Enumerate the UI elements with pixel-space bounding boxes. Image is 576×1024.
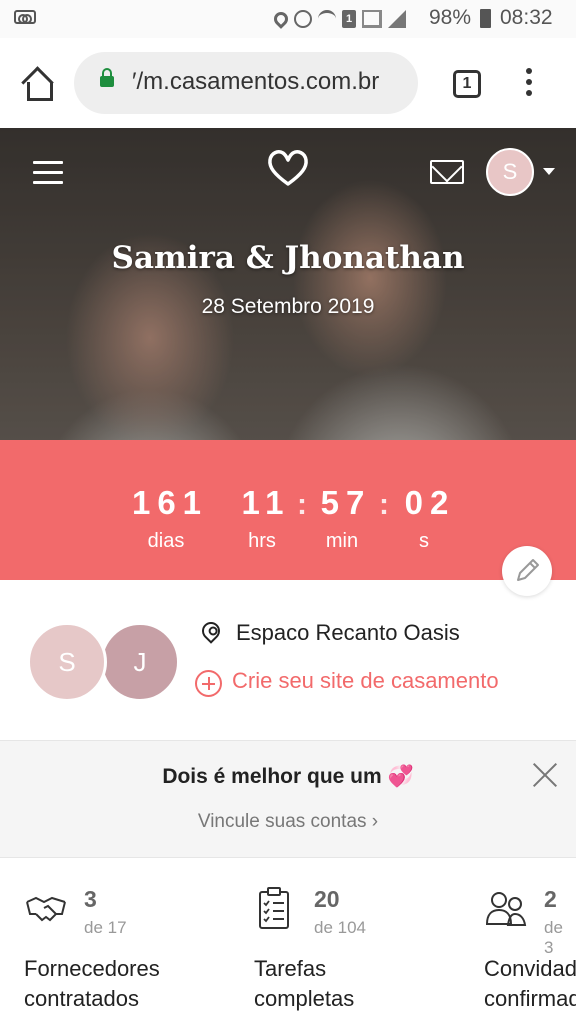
link-accounts-banner: Dois é melhor que um 💞 Vincule suas cont…: [0, 740, 576, 858]
lock-icon[interactable]: [100, 68, 114, 87]
stat-total: de 3: [544, 918, 563, 957]
wifi-icon: [318, 10, 336, 28]
stat-count: 20: [314, 886, 340, 912]
countdown-seconds-label: s: [419, 530, 429, 552]
stat-label-line: completas: [254, 986, 355, 1011]
countdown-minutes-label: min: [325, 530, 359, 552]
guests-icon: [485, 892, 527, 926]
signal-empty-icon: [362, 10, 382, 28]
location-pin-icon: [198, 618, 224, 644]
url-text[interactable]: ′/m.casamentos.com.br: [132, 68, 379, 96]
battery-percent: 98%: [429, 6, 472, 29]
stat-tasks[interactable]: 20 de 104 Tarefas completas: [254, 880, 484, 1024]
countdown-hours: 11: [241, 484, 291, 521]
close-icon[interactable]: [532, 761, 558, 787]
pencil-icon[interactable]: [502, 546, 552, 596]
partner-avatar-s[interactable]: S: [27, 622, 107, 702]
hamburger-menu-icon[interactable]: [33, 161, 63, 185]
add-circle-icon[interactable]: [195, 670, 222, 697]
location-icon: [271, 9, 291, 29]
countdown-minutes: 57: [320, 484, 372, 521]
heart-logo-icon[interactable]: [266, 148, 310, 188]
voicemail-icon: [14, 10, 36, 24]
stat-vendors[interactable]: 3 de 17 Fornecedores contratados: [24, 880, 254, 1024]
clock: 08:32: [500, 6, 553, 29]
stat-label-line: contratados: [24, 986, 139, 1011]
create-wedding-site-link[interactable]: Crie seu site de casamento: [232, 668, 499, 694]
stat-label: Tarefas completas: [254, 954, 354, 1014]
countdown-days: 161: [131, 484, 209, 521]
url-bar[interactable]: ′/m.casamentos.com.br: [74, 52, 418, 114]
countdown-wave: [0, 444, 576, 476]
tab-switcher-button[interactable]: 1: [453, 70, 481, 98]
stat-count: 3: [84, 886, 97, 912]
mail-icon[interactable]: [430, 160, 464, 184]
edit-button[interactable]: [502, 546, 552, 596]
countdown-hours-label: hrs: [248, 530, 276, 552]
home-icon[interactable]: [22, 70, 53, 101]
stat-label-line: confirmados: [484, 986, 576, 1011]
battery-icon: [480, 9, 491, 28]
sim-icon: 1: [342, 10, 356, 28]
countdown-days-label: dias: [147, 530, 185, 552]
chevron-down-icon[interactable]: [543, 168, 555, 175]
partner-avatar-j[interactable]: J: [100, 622, 180, 702]
link-accounts-link[interactable]: Vincule suas contas ›: [0, 811, 576, 833]
couple-names: Samira & Jhonathan: [111, 240, 465, 276]
more-options-icon[interactable]: [526, 68, 534, 98]
countdown-separator: :: [297, 488, 307, 521]
browser-toolbar: ′/m.casamentos.com.br 1: [0, 38, 576, 128]
signal-icon: [388, 10, 406, 28]
stat-total: de 17: [84, 918, 127, 937]
countdown-seconds: 02: [404, 484, 456, 521]
stat-label: Convidados confirmados: [484, 954, 576, 1014]
alarm-icon: [294, 10, 312, 28]
stat-count: 2: [544, 886, 557, 912]
stat-label-line: Fornecedores: [24, 956, 160, 981]
handshake-icon: [26, 896, 66, 922]
banner-title: Dois é melhor que um 💞: [162, 765, 414, 788]
stat-total: de 104: [314, 918, 366, 937]
user-avatar[interactable]: S: [486, 148, 534, 196]
wedding-date: 28 Setembro 2019: [201, 295, 375, 318]
stat-guests[interactable]: 2 de 3 Convidados confirmados: [484, 880, 576, 1024]
venue-name: Espaco Recanto Oasis: [236, 620, 460, 645]
status-bar: 1 98% 08:32: [0, 0, 576, 38]
countdown-separator: :: [379, 488, 389, 521]
stat-label-line: Convidados: [484, 956, 576, 981]
clipboard-checklist-icon: [259, 887, 289, 929]
stat-label: Fornecedores contratados: [24, 954, 160, 1014]
status-icons: 1: [271, 8, 406, 30]
stat-label-line: Tarefas: [254, 956, 327, 981]
